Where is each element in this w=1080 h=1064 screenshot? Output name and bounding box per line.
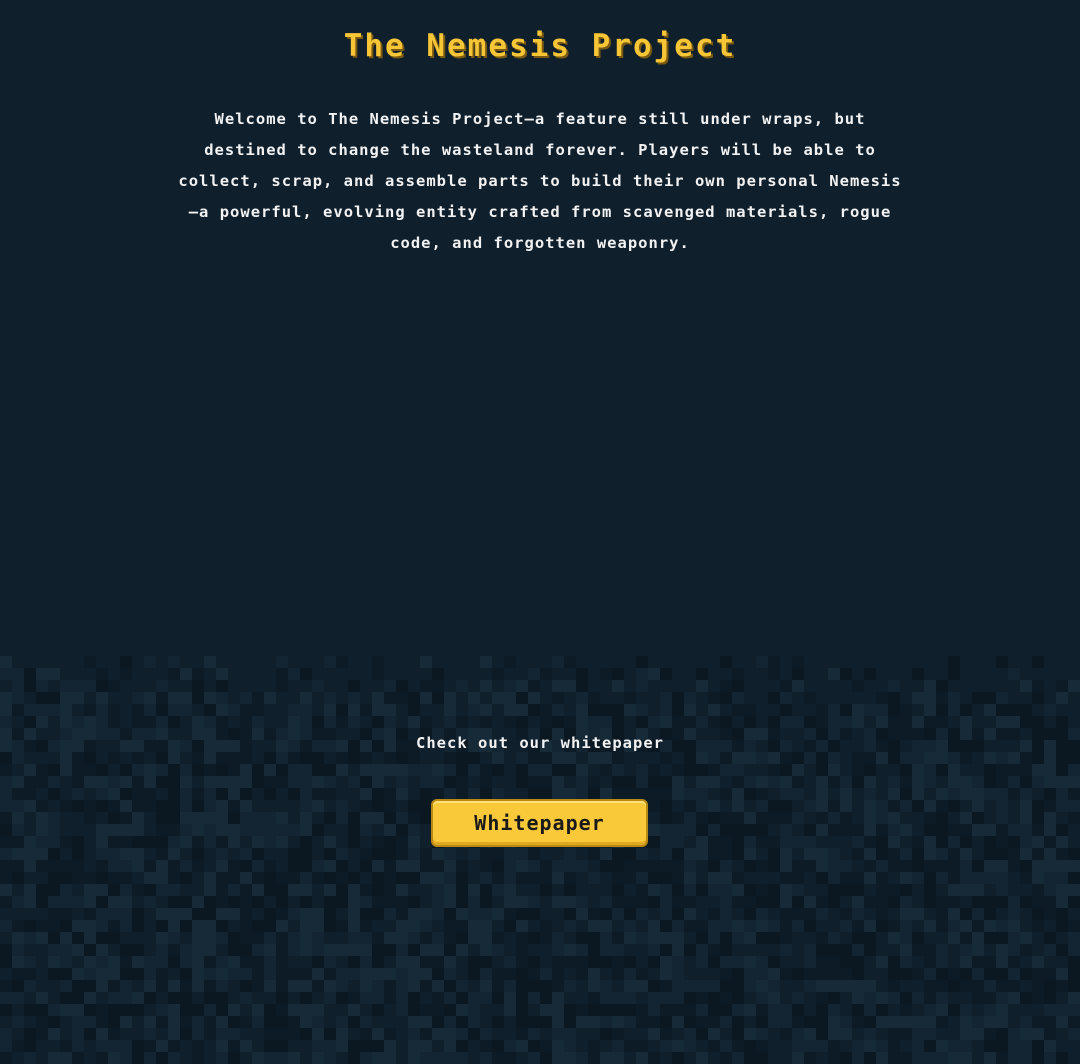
page-title: The Nemesis Project [343,28,737,64]
page: The Nemesis Project Welcome to The Nemes… [0,0,1080,1064]
whitepaper-prompt: Check out our whitepaper [416,734,664,752]
pixel-noise-background [0,656,1080,1064]
whitepaper-button[interactable]: Whitepaper [431,799,648,847]
intro-paragraph: Welcome to The Nemesis Project—a feature… [178,110,902,252]
